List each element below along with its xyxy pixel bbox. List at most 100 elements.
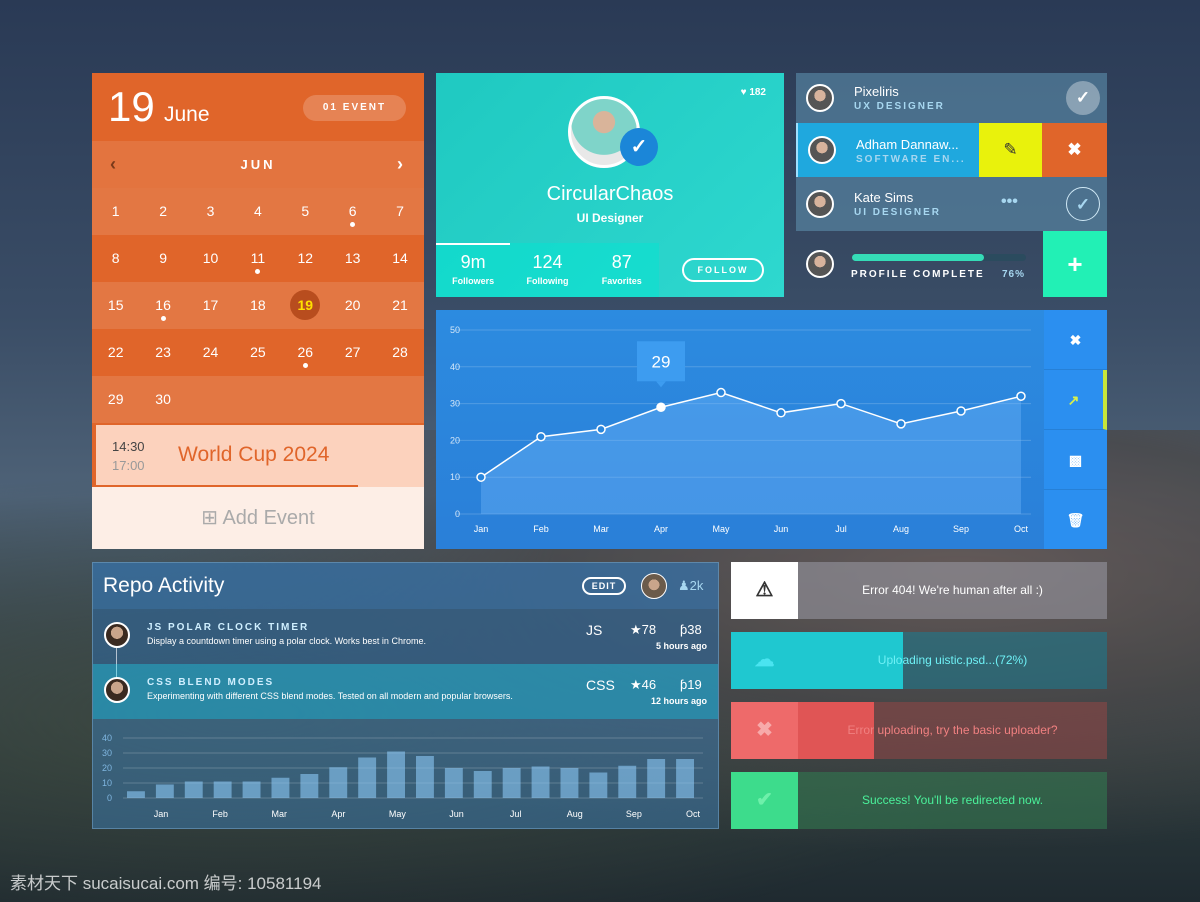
x-tick-label: Apr — [654, 524, 668, 534]
x-tick-label: Feb — [533, 524, 549, 534]
forks-value: 38 — [687, 622, 702, 637]
notification-warning[interactable]: ⚠ Error 404! We're human after all :) — [731, 562, 1107, 619]
close-icon[interactable]: ✖ — [1042, 123, 1107, 177]
calendar-day[interactable]: 10 — [187, 235, 234, 282]
calendar-day[interactable]: 21 — [376, 282, 423, 329]
notification-error[interactable]: ✖ Error uploading, try the basic uploade… — [731, 702, 1107, 759]
calendar-day[interactable]: 20 — [329, 282, 376, 329]
repo-forks: ƥ19 — [680, 677, 702, 692]
followers-count: ♟2k — [678, 578, 703, 594]
day-number: 10 — [202, 250, 219, 266]
calendar-day[interactable]: 29 — [92, 376, 139, 423]
repo-time: 5 hours ago — [655, 641, 707, 651]
day-number: 14 — [392, 250, 408, 266]
calendar-day[interactable]: 17 — [187, 282, 234, 329]
stat-favorites[interactable]: 87 Favorites — [585, 243, 659, 297]
tooltip-value: 29 — [652, 352, 671, 371]
day-number: 17 — [202, 297, 219, 313]
x-tick-label: Sep — [953, 524, 969, 534]
calendar-day[interactable]: 16 — [139, 282, 186, 329]
y-tick-label: 30 — [450, 399, 460, 409]
data-point — [956, 406, 966, 416]
day-number: 19 — [290, 290, 321, 320]
user-name: Pixeliris — [854, 84, 899, 99]
line-chart-icon[interactable]: ↗ — [1044, 370, 1107, 430]
stat-followers[interactable]: 9m Followers — [436, 243, 510, 297]
more-icon[interactable]: ••• — [1001, 193, 1018, 211]
day-number: 8 — [111, 250, 120, 266]
chevron-left-icon[interactable]: ‹ — [110, 141, 119, 188]
x-tick-label: Apr — [331, 809, 345, 819]
x-tick-label: Jun — [449, 809, 464, 819]
bar — [416, 756, 434, 798]
user-row[interactable]: Kate Sims UI DESIGNER ••• ✓ — [796, 177, 1107, 231]
calendar-day[interactable]: 3 — [187, 188, 234, 235]
check-outline-icon[interactable]: ✓ — [1066, 187, 1100, 221]
user-row[interactable]: Pixeliris UX DESIGNER ✓ — [796, 73, 1107, 123]
edit-icon[interactable]: ✎ — [979, 123, 1042, 177]
add-button[interactable]: + — [1043, 231, 1107, 297]
x-tick-label: Aug — [893, 524, 909, 534]
calendar-day[interactable]: 15 — [92, 282, 139, 329]
stat-following[interactable]: 124 Following — [510, 243, 584, 297]
calendar-day[interactable]: 19 — [282, 282, 329, 329]
user-name: Kate Sims — [854, 190, 914, 205]
warning-icon: ⚠ — [731, 562, 798, 619]
edit-button[interactable]: EDIT — [582, 577, 626, 595]
money-icon[interactable]: ▩ — [1044, 430, 1107, 490]
notification-upload[interactable]: ☁ Uploading uistic.psd...(72%) — [731, 632, 1107, 689]
calendar-day[interactable]: 13 — [329, 235, 376, 282]
event-start: 14:30 — [112, 439, 145, 454]
trash-icon[interactable]: 🗑 — [1044, 490, 1107, 549]
calendar-day[interactable]: 18 — [234, 282, 281, 329]
calendar-day[interactable]: 7 — [376, 188, 423, 235]
calendar-widget: 19 June 01 EVENT ‹ JUN › 1 2 3 4 5 6 7 8 9 10 11 12… — [92, 73, 424, 549]
calendar-day[interactable]: 25 — [234, 329, 281, 376]
calendar-day[interactable]: 27 — [329, 329, 376, 376]
data-point — [836, 398, 846, 409]
day-number: 2 — [159, 203, 167, 219]
event-count-badge[interactable]: 01 EVENT — [303, 95, 406, 121]
calendar-day[interactable]: 11 — [234, 235, 281, 282]
user-row-active[interactable]: Adham Dannaw... SOFTWARE EN... ✎ ✖ — [796, 123, 1107, 177]
add-event-button[interactable]: ⊞ Add Event — [92, 487, 424, 549]
check-icon[interactable]: ✓ — [1066, 81, 1100, 115]
calendar-day[interactable]: 28 — [376, 329, 423, 376]
avatar — [806, 190, 834, 218]
repo-item[interactable]: CSS BLEND MODES Experimenting with diffe… — [93, 664, 718, 719]
chevron-right-icon[interactable]: › — [397, 141, 406, 188]
calendar-day[interactable]: 2 — [139, 188, 186, 235]
likes-count[interactable]: ♥ 182 — [741, 87, 766, 98]
event-item[interactable]: 14:30 17:00 World Cup 2024 — [92, 425, 424, 487]
calendar-day[interactable]: 1 — [92, 188, 139, 235]
add-event-label: Add Event — [222, 507, 315, 529]
calendar-day[interactable]: 5 — [282, 188, 329, 235]
day-number: 22 — [107, 344, 124, 360]
calendar-day[interactable]: 6 — [329, 188, 376, 235]
calendar-day[interactable]: 26 — [282, 329, 329, 376]
stat-label: Favorites — [601, 276, 642, 286]
heart-icon: ♥ — [740, 87, 747, 98]
calendar-day[interactable]: 22 — [92, 329, 139, 376]
bar — [473, 771, 492, 798]
repo-item[interactable]: JS POLAR CLOCK TIMER Display a countdown… — [93, 609, 718, 664]
calendar-day[interactable]: 23 — [139, 329, 186, 376]
avatar[interactable] — [641, 573, 667, 599]
day-number: 27 — [344, 344, 361, 360]
calendar-day[interactable]: 14 — [376, 235, 423, 282]
follow-button[interactable]: FOLLOW — [682, 258, 764, 282]
calendar-day[interactable]: 12 — [282, 235, 329, 282]
user-name: Adham Dannaw... — [856, 137, 959, 152]
calendar-day[interactable]: 8 — [92, 235, 139, 282]
close-icon[interactable]: ✖ — [1044, 310, 1107, 370]
notification-text: Uploading uistic.psd...(72%) — [877, 653, 1028, 667]
stars-value: 78 — [641, 622, 657, 637]
calendar-day[interactable]: 30 — [139, 376, 186, 423]
calendar-day[interactable]: 24 — [187, 329, 234, 376]
day-number: 20 — [344, 297, 361, 313]
calendar-day[interactable]: 4 — [234, 188, 281, 235]
repo-forks: ƥ38 — [680, 622, 702, 637]
notification-success[interactable]: ✔ Success! You'll be redirected now. — [731, 772, 1107, 829]
notification-text: Success! You'll be redirected now. — [861, 793, 1044, 807]
calendar-day[interactable]: 9 — [139, 235, 186, 282]
